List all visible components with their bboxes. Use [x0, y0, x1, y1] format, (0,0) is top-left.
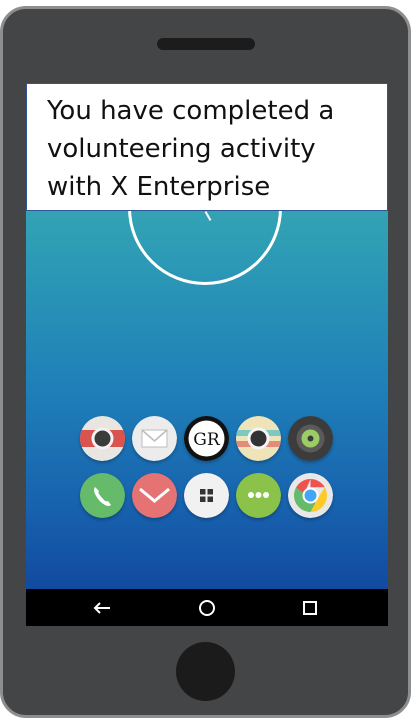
back-arrow-icon[interactable]	[72, 589, 132, 626]
notification-line-3: with X Enterprise	[47, 172, 271, 202]
nav-bar	[26, 589, 388, 626]
notification-banner[interactable]: You have completed a volunteering activi…	[26, 83, 388, 211]
app-row-2	[80, 473, 333, 518]
apps-grid-icon[interactable]	[184, 473, 229, 518]
app-row-1: GR	[80, 416, 333, 461]
phone-speaker	[157, 38, 255, 50]
home-circle-icon[interactable]	[177, 589, 237, 626]
camera-icon[interactable]	[80, 416, 125, 461]
gr-app-icon[interactable]: GR	[184, 416, 229, 461]
music-icon[interactable]	[288, 416, 333, 461]
phone-screen: You have completed a volunteering activi…	[26, 83, 388, 589]
gr-app-label: GR	[193, 430, 221, 450]
notification-line-1: You have completed a	[47, 96, 335, 126]
physical-home-button[interactable]	[176, 642, 235, 701]
camera-alt-icon[interactable]	[236, 416, 281, 461]
notification-line-2: volunteering activity	[47, 134, 316, 164]
gmail-icon[interactable]	[132, 473, 177, 518]
recents-square-icon[interactable]	[280, 589, 340, 626]
messages-icon[interactable]	[236, 473, 281, 518]
mail-icon[interactable]	[132, 416, 177, 461]
chrome-icon[interactable]	[288, 473, 333, 518]
phone-icon[interactable]	[80, 473, 125, 518]
